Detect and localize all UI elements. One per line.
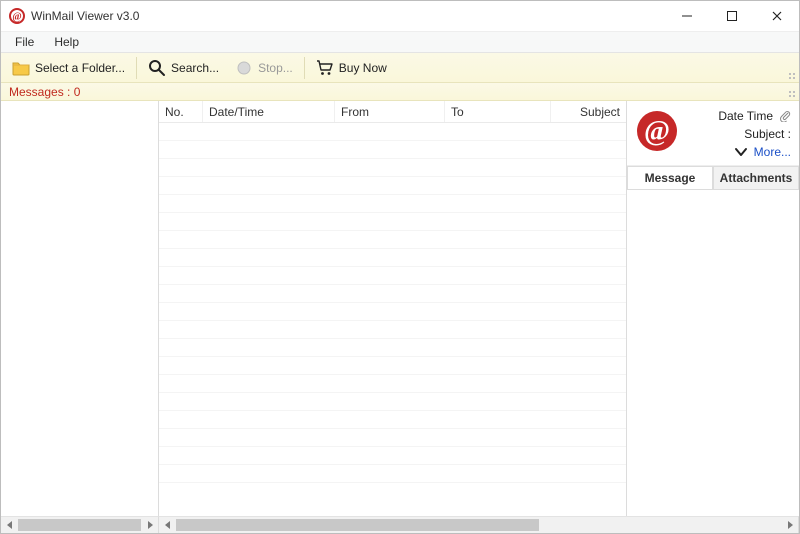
search-label: Search... xyxy=(171,61,219,75)
paperclip-icon xyxy=(779,110,791,122)
table-row xyxy=(159,231,626,249)
scroll-right-icon[interactable] xyxy=(141,517,158,533)
table-row xyxy=(159,141,626,159)
tab-attachments[interactable]: Attachments xyxy=(713,166,799,189)
table-row xyxy=(159,393,626,411)
messages-count-label: Messages : 0 xyxy=(9,85,80,99)
stop-button: Stop... xyxy=(228,56,300,80)
folder-tree[interactable] xyxy=(1,101,158,516)
cart-icon xyxy=(316,59,334,77)
col-no[interactable]: No. xyxy=(159,101,203,122)
select-folder-button[interactable]: Select a Folder... xyxy=(5,56,132,80)
preview-header: @ Date Time Subject : More... xyxy=(627,101,799,166)
messages-status-bar: Messages : 0 xyxy=(1,83,799,101)
column-headers: No. Date/Time From To Subject xyxy=(159,101,626,123)
scroll-right-icon[interactable] xyxy=(781,517,798,533)
scroll-left-icon[interactable] xyxy=(159,517,176,533)
table-row xyxy=(159,195,626,213)
menu-bar: File Help xyxy=(1,31,799,53)
select-folder-label: Select a Folder... xyxy=(35,61,125,75)
preview-tabs: Message Attachments xyxy=(627,166,799,190)
message-rows[interactable] xyxy=(159,123,626,516)
maximize-button[interactable] xyxy=(709,1,754,31)
preview-more-link[interactable]: More... xyxy=(754,145,791,159)
scroll-thumb[interactable] xyxy=(18,519,141,531)
stop-icon xyxy=(235,59,253,77)
at-logo-icon: @ xyxy=(635,109,679,153)
close-button[interactable] xyxy=(754,1,799,31)
app-icon: @ xyxy=(9,8,25,24)
preview-pane: @ Date Time Subject : More... xyxy=(627,101,799,516)
stop-label: Stop... xyxy=(258,61,293,75)
preview-body xyxy=(627,190,799,516)
preview-date-label: Date Time xyxy=(718,109,773,123)
table-row xyxy=(159,267,626,285)
table-row xyxy=(159,321,626,339)
col-from[interactable]: From xyxy=(335,101,445,122)
folder-icon xyxy=(12,59,30,77)
status-grip xyxy=(789,91,797,99)
table-row xyxy=(159,339,626,357)
table-row xyxy=(159,375,626,393)
col-datetime[interactable]: Date/Time xyxy=(203,101,335,122)
titlebar: @ WinMail Viewer v3.0 xyxy=(1,1,799,31)
message-list-pane: No. Date/Time From To Subject xyxy=(159,101,627,516)
window-title: WinMail Viewer v3.0 xyxy=(31,9,139,23)
scroll-left-icon[interactable] xyxy=(1,517,18,533)
table-row xyxy=(159,447,626,465)
search-icon xyxy=(148,59,166,77)
toolbar: Select a Folder... Search... Stop... Buy… xyxy=(1,53,799,83)
menu-help[interactable]: Help xyxy=(46,33,87,51)
table-row xyxy=(159,465,626,483)
table-row xyxy=(159,411,626,429)
svg-text:@: @ xyxy=(12,12,21,23)
table-row xyxy=(159,249,626,267)
tree-hscrollbar[interactable] xyxy=(1,516,159,533)
main-area: No. Date/Time From To Subject xyxy=(1,101,799,516)
svg-text:@: @ xyxy=(644,116,670,147)
table-row xyxy=(159,177,626,195)
col-to[interactable]: To xyxy=(445,101,551,122)
scroll-thumb[interactable] xyxy=(176,519,539,531)
table-row xyxy=(159,357,626,375)
search-button[interactable]: Search... xyxy=(141,56,226,80)
toolbar-grip xyxy=(789,73,797,81)
table-row xyxy=(159,159,626,177)
menu-file[interactable]: File xyxy=(7,33,42,51)
table-row xyxy=(159,303,626,321)
table-row xyxy=(159,285,626,303)
col-subject[interactable]: Subject xyxy=(551,101,626,122)
minimize-button[interactable] xyxy=(664,1,709,31)
tab-message[interactable]: Message xyxy=(627,166,713,189)
table-row xyxy=(159,213,626,231)
chevron-down-icon[interactable] xyxy=(734,145,748,159)
list-hscrollbar[interactable] xyxy=(159,516,799,533)
buy-now-label: Buy Now xyxy=(339,61,387,75)
table-row xyxy=(159,429,626,447)
folder-tree-pane xyxy=(1,101,159,516)
table-row xyxy=(159,123,626,141)
buy-now-button[interactable]: Buy Now xyxy=(309,56,394,80)
footer-scrollbars xyxy=(1,516,799,533)
preview-subject-label: Subject : xyxy=(744,127,791,141)
